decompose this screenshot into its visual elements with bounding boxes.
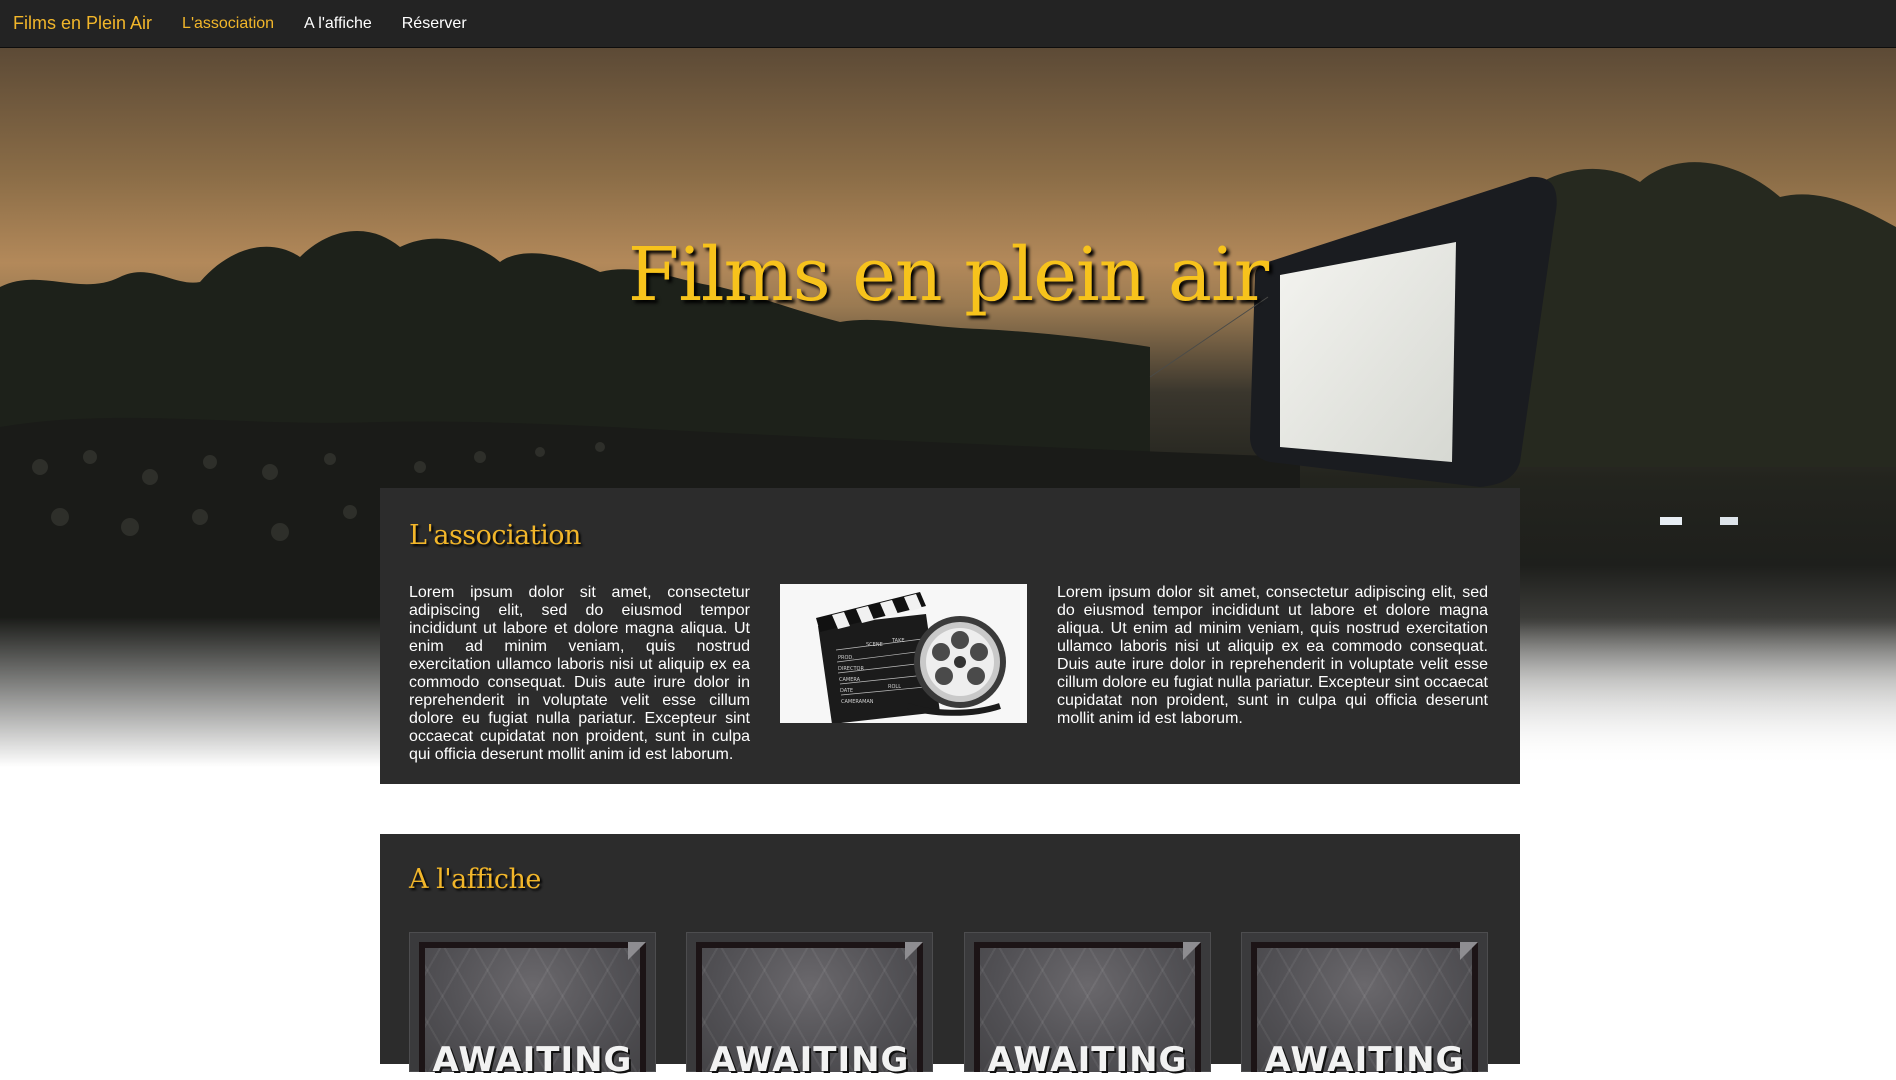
hero-title: Films en plein air bbox=[627, 232, 1269, 318]
top-navbar: Films en Plein Air L'association A l'aff… bbox=[0, 0, 1896, 48]
clapper-label: DIRECTOR bbox=[838, 666, 864, 672]
poster-awaiting-label: AWAITING bbox=[709, 1040, 910, 1080]
association-text-left: Lorem ipsum dolor sit amet, consectetur … bbox=[409, 584, 750, 763]
page-curl-icon bbox=[905, 942, 923, 960]
clapperboard-icon: PROD. DIRECTOR CAMERA DATE CAMERAMAN SCE… bbox=[780, 584, 1027, 724]
clapper-label: TAKE bbox=[891, 638, 905, 644]
nav-item-reserver[interactable]: Réserver bbox=[402, 15, 467, 33]
brand-link[interactable]: Films en Plein Air bbox=[13, 13, 152, 34]
poster-awaiting-label: AWAITING bbox=[432, 1040, 633, 1080]
clapper-label: ROLL bbox=[888, 684, 901, 690]
projector-light bbox=[1720, 517, 1738, 525]
nav-item-affiche[interactable]: A l'affiche bbox=[304, 15, 372, 33]
nav-item-association[interactable]: L'association bbox=[182, 15, 274, 33]
page-curl-icon bbox=[628, 942, 646, 960]
association-text-right: Lorem ipsum dolor sit amet, consectetur … bbox=[1057, 584, 1488, 727]
clapper-label: CAMERAMAN bbox=[841, 699, 874, 705]
clapper-label: DATE bbox=[840, 688, 853, 694]
page-curl-icon bbox=[1183, 942, 1201, 960]
clapperboard-film-reel-image: PROD. DIRECTOR CAMERA DATE CAMERAMAN SCE… bbox=[780, 584, 1027, 724]
movie-poster-card[interactable]: AWAITING bbox=[964, 932, 1211, 1080]
projector-light bbox=[1660, 517, 1682, 525]
poster-awaiting-label: AWAITING bbox=[1264, 1040, 1465, 1080]
movie-poster-card[interactable]: AWAITING bbox=[1241, 932, 1488, 1080]
association-title: L'association bbox=[409, 520, 581, 551]
page-curl-icon bbox=[1460, 942, 1478, 960]
movie-poster-card[interactable]: AWAITING bbox=[686, 932, 933, 1080]
association-section: L'association Lorem ipsum dolor sit amet… bbox=[380, 488, 1520, 784]
movie-poster-card[interactable]: AWAITING bbox=[409, 932, 656, 1080]
poster-awaiting-label: AWAITING bbox=[987, 1040, 1188, 1080]
affiche-title: A l'affiche bbox=[409, 864, 541, 895]
affiche-section: A l'affiche AWAITING AWAITING AWAITING A… bbox=[380, 834, 1520, 1080]
